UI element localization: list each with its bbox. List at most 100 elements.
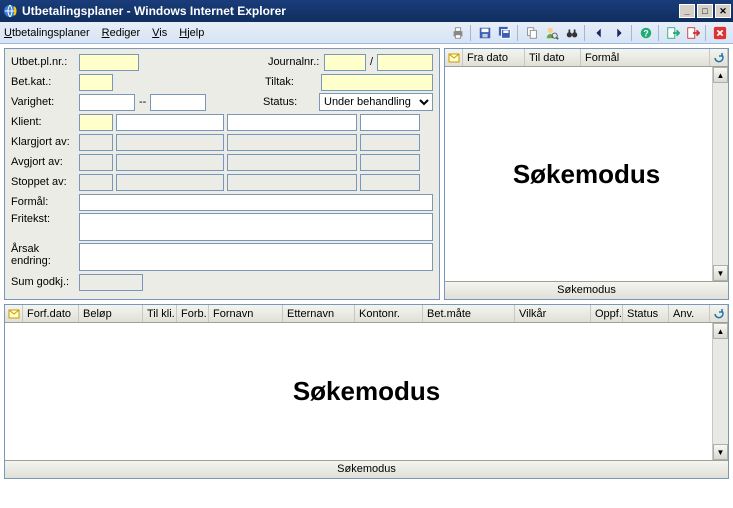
close-button[interactable]: ✕ — [715, 4, 731, 18]
klargjort-extra-input[interactable] — [360, 134, 420, 151]
klargjort-name2-input[interactable] — [227, 134, 357, 151]
sumgodkj-input[interactable] — [79, 274, 143, 291]
formal-input[interactable] — [79, 194, 433, 211]
klient-name1-input[interactable] — [116, 114, 224, 131]
find-person-icon[interactable] — [543, 24, 561, 42]
close-red-icon[interactable] — [711, 24, 729, 42]
upper-grid-body: Søkemodus — [445, 67, 728, 281]
col-oppf[interactable]: Oppf. — [591, 305, 623, 322]
scroll-down-icon[interactable]: ▼ — [713, 444, 728, 460]
lower-grid: Forf.dato Beløp Til kli. Forb. Fornavn E… — [4, 304, 729, 479]
label-formal: Formål: — [11, 196, 79, 208]
form-panel: Utbet.pl.nr.: Journalnr.: / Bet.kat.: Ti… — [4, 48, 440, 300]
label-avgjort: Avgjort av: — [11, 156, 79, 168]
nav-prev-icon[interactable] — [590, 24, 608, 42]
label-klargjort: Klargjort av: — [11, 136, 79, 148]
window-title: Utbetalingsplaner - Windows Internet Exp… — [22, 4, 677, 18]
label-betkat: Bet.kat.: — [11, 76, 79, 88]
help-icon[interactable]: ? — [637, 24, 655, 42]
menu-hjelp[interactable]: Hjelpdocument.currentScript.previousSibl… — [179, 27, 204, 39]
tiltak-input[interactable] — [321, 74, 433, 91]
upper-grid-header: Fra dato Til dato Formål — [445, 49, 728, 67]
klargjort-name1-input[interactable] — [116, 134, 224, 151]
scroll-up-icon[interactable]: ▲ — [713, 67, 728, 83]
refresh-icon[interactable] — [710, 49, 728, 66]
stoppet-extra-input[interactable] — [360, 174, 420, 191]
col-kontonr[interactable]: Kontonr. — [355, 305, 423, 322]
svg-text:?: ? — [643, 28, 648, 38]
export-red-icon[interactable] — [684, 24, 702, 42]
label-status: Status: — [263, 96, 319, 108]
upper-grid-footer: Søkemodus — [445, 281, 728, 299]
row-indicator-icon[interactable] — [445, 49, 463, 66]
col-vilkar[interactable]: Vilkår — [515, 305, 591, 322]
col-forb[interactable]: Forb. — [177, 305, 209, 322]
dash: -- — [139, 96, 146, 108]
maximize-button[interactable]: □ — [697, 4, 713, 18]
refresh-icon[interactable] — [710, 305, 728, 322]
menu-utbetalingsplaner[interactable]: Utbetalingsplanerdocument.currentScript.… — [4, 27, 90, 39]
label-klient: Klient: — [11, 116, 79, 128]
lower-grid-placeholder: Søkemodus — [293, 376, 440, 407]
lower-grid-header: Forf.dato Beløp Til kli. Forb. Fornavn E… — [5, 305, 728, 323]
utbet-input[interactable] — [79, 54, 139, 71]
klient-extra-input[interactable] — [360, 114, 420, 131]
col-belop[interactable]: Beløp — [79, 305, 143, 322]
betkat-input[interactable] — [79, 74, 113, 91]
col-anv[interactable]: Anv. — [669, 305, 710, 322]
label-journal: Journalnr.: — [268, 56, 324, 68]
save-icon[interactable] — [476, 24, 494, 42]
label-arsak: Årsakendring: — [11, 243, 79, 267]
copy-icon[interactable] — [523, 24, 541, 42]
slash: / — [370, 56, 373, 68]
col-tilkli[interactable]: Til kli. — [143, 305, 177, 322]
col-fornavn[interactable]: Fornavn — [209, 305, 283, 322]
varighet-to-input[interactable] — [150, 94, 206, 111]
upper-grid: Fra dato Til dato Formål Søkemodus ▲ ▼ S… — [444, 48, 729, 300]
fritekst-textarea[interactable] — [79, 213, 433, 241]
avgjort-name1-input[interactable] — [116, 154, 224, 171]
export-green-icon[interactable] — [664, 24, 682, 42]
klient-name2-input[interactable] — [227, 114, 357, 131]
journal1-input[interactable] — [324, 54, 366, 71]
menu-vis[interactable]: Visdocument.currentScript.previousSiblin… — [152, 27, 167, 39]
upper-scrollbar[interactable]: ▲ ▼ — [712, 67, 728, 281]
scroll-down-icon[interactable]: ▼ — [713, 265, 728, 281]
varighet-from-input[interactable] — [79, 94, 135, 111]
klient-code-input[interactable] — [79, 114, 113, 131]
minimize-button[interactable]: _ — [679, 4, 695, 18]
avgjort-extra-input[interactable] — [360, 154, 420, 171]
upper-grid-placeholder: Søkemodus — [513, 159, 660, 190]
scroll-up-icon[interactable]: ▲ — [713, 323, 728, 339]
label-fritekst: Fritekst: — [11, 213, 79, 225]
klargjort-code-input[interactable] — [79, 134, 113, 151]
avgjort-name2-input[interactable] — [227, 154, 357, 171]
journal2-input[interactable] — [377, 54, 433, 71]
lower-grid-body: Søkemodus — [5, 323, 728, 460]
col-formal[interactable]: Formål — [581, 49, 710, 66]
label-stoppet: Stoppet av: — [11, 176, 79, 188]
status-select[interactable]: Under behandling — [319, 93, 433, 111]
menu-rediger[interactable]: Redigerdocument.currentScript.previousSi… — [102, 27, 141, 39]
col-fradato[interactable]: Fra dato — [463, 49, 525, 66]
col-tildato[interactable]: Til dato — [525, 49, 581, 66]
avgjort-code-input[interactable] — [79, 154, 113, 171]
stoppet-code-input[interactable] — [79, 174, 113, 191]
row-indicator-icon[interactable] — [5, 305, 23, 322]
col-betmate[interactable]: Bet.måte — [423, 305, 515, 322]
lower-scrollbar[interactable]: ▲ ▼ — [712, 323, 728, 460]
ie-icon — [2, 3, 18, 19]
label-tiltak: Tiltak: — [265, 76, 321, 88]
nav-next-icon[interactable] — [610, 24, 628, 42]
stoppet-name1-input[interactable] — [116, 174, 224, 191]
arsak-textarea[interactable] — [79, 243, 433, 271]
col-forfdato[interactable]: Forf.dato — [23, 305, 79, 322]
col-status[interactable]: Status — [623, 305, 669, 322]
binoculars-icon[interactable] — [563, 24, 581, 42]
titlebar: Utbetalingsplaner - Windows Internet Exp… — [0, 0, 733, 22]
col-etternavn[interactable]: Etternavn — [283, 305, 355, 322]
label-varighet: Varighet: — [11, 96, 79, 108]
save-multi-icon[interactable] — [496, 24, 514, 42]
stoppet-name2-input[interactable] — [227, 174, 357, 191]
print-icon[interactable] — [449, 24, 467, 42]
